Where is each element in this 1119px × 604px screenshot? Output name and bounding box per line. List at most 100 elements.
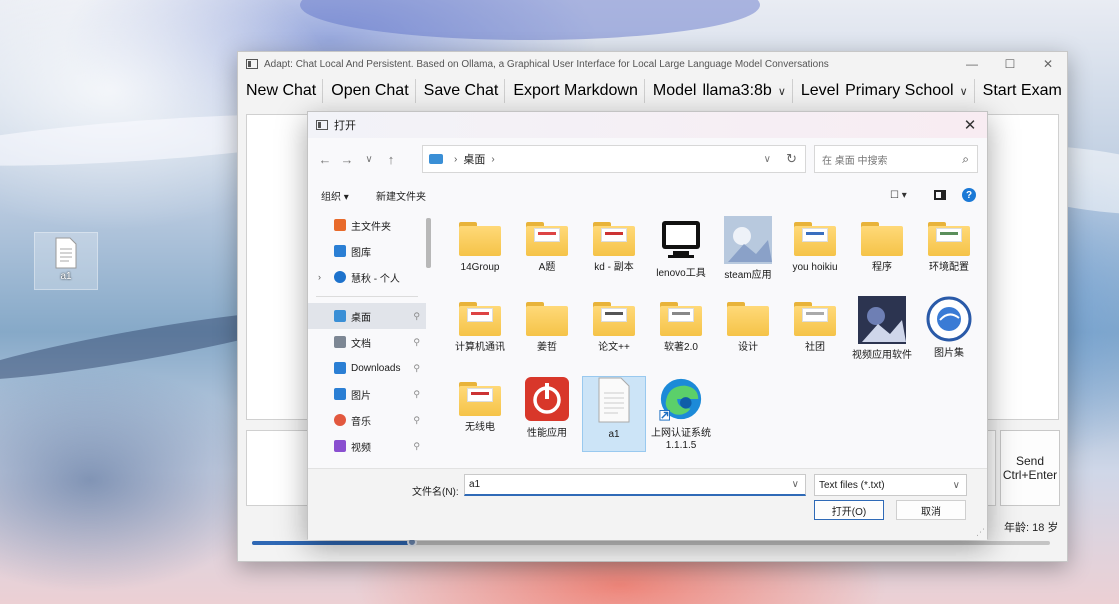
image-thumbnail-icon: [724, 216, 772, 264]
file-item[interactable]: 论文++: [582, 296, 646, 372]
file-item[interactable]: 软著2.0: [649, 296, 713, 372]
navigation-scrollbar[interactable]: [426, 218, 431, 268]
help-icon[interactable]: ?: [962, 188, 976, 202]
nav-item-label: 主文件夹: [351, 221, 391, 233]
file-item[interactable]: A题: [515, 216, 579, 292]
up-arrow-icon[interactable]: ↑: [380, 152, 402, 167]
file-item[interactable]: kd - 副本: [582, 216, 646, 292]
save-chat-button[interactable]: Save Chat: [416, 79, 506, 103]
recent-locations-icon[interactable]: ∨: [358, 154, 380, 165]
age-label: 年龄: 18 岁: [1004, 522, 1059, 534]
file-item[interactable]: 上网认证系统1.1.1.5: [649, 376, 713, 452]
download-icon: [334, 362, 346, 374]
file-name: 计算机通讯: [455, 342, 505, 353]
file-name: 程序: [872, 262, 892, 273]
dialog-title-bar: 打开 ✕: [308, 112, 987, 138]
resize-grip-icon[interactable]: ⋰: [976, 527, 985, 538]
folder-icon: [526, 302, 568, 336]
preview-pane-icon[interactable]: [934, 190, 946, 200]
folder-icon: [861, 222, 903, 256]
organize-menu[interactable]: 组织 ▾: [321, 188, 349, 203]
nav-item[interactable]: 音乐 ⚲: [308, 407, 426, 433]
file-item[interactable]: 14Group: [448, 216, 512, 292]
file-item[interactable]: 环境配置: [917, 216, 976, 292]
breadcrumb-desktop[interactable]: 桌面: [463, 151, 485, 167]
file-name: 图片集: [934, 348, 964, 359]
nav-item[interactable]: 视频 ⚲: [308, 433, 426, 459]
nav-item-label: 视频: [351, 442, 371, 454]
address-bar[interactable]: › 桌面 › ∨ ↻: [422, 145, 806, 173]
forward-arrow-icon[interactable]: →: [336, 152, 358, 167]
file-name: A题: [538, 262, 556, 273]
desktop-file-label: a1: [60, 271, 72, 282]
power-icon: [525, 377, 569, 421]
level-select[interactable]: Primary School ∨: [845, 82, 968, 100]
file-item[interactable]: 视频应用软件: [850, 296, 914, 372]
nav-item[interactable]: 图片 ⚲: [308, 381, 426, 407]
file-item[interactable]: 无线电: [448, 376, 512, 452]
file-item[interactable]: you hoikiu: [783, 216, 847, 292]
filetype-select[interactable]: Text files (*.txt) ∨: [814, 474, 967, 496]
folder-icon: [459, 382, 501, 416]
refresh-icon[interactable]: ↻: [786, 151, 797, 167]
open-chat-button[interactable]: Open Chat: [323, 79, 416, 103]
file-name: 性能应用: [527, 428, 567, 439]
nav-item[interactable]: 图库: [308, 238, 426, 264]
search-input[interactable]: 在 桌面 中搜索 ⌕: [814, 145, 978, 173]
pictures-icon: [334, 388, 346, 400]
file-item[interactable]: 性能应用: [515, 376, 579, 452]
folder-icon: [794, 302, 836, 336]
export-markdown-button[interactable]: Export Markdown: [505, 79, 645, 103]
chevron-down-icon[interactable]: ∨: [792, 479, 799, 490]
minimize-button[interactable]: —: [953, 52, 991, 76]
folder-icon: [593, 302, 635, 336]
nav-item[interactable]: Downloads ⚲: [308, 355, 426, 381]
send-label: Send: [1015, 454, 1045, 468]
view-menu[interactable]: ☐ ▾: [890, 190, 907, 201]
folder-icon: [928, 222, 970, 256]
back-arrow-icon[interactable]: ←: [314, 152, 336, 167]
cancel-button[interactable]: 取消: [896, 500, 966, 520]
file-item[interactable]: 社团: [783, 296, 847, 372]
file-item[interactable]: 姜哲: [515, 296, 579, 372]
level-selector: Level Primary School ∨: [793, 79, 975, 103]
file-item[interactable]: lenovo工具: [649, 216, 713, 292]
pin-icon: ⚲: [413, 440, 420, 451]
nav-item[interactable]: 文档 ⚲: [308, 329, 426, 355]
folder-icon: [593, 222, 635, 256]
dialog-close-button[interactable]: ✕: [953, 112, 987, 138]
file-list: 14Group A题 kd - 副本 lenovo工具 steam应用 you hoiki…: [442, 212, 976, 466]
nav-separator: [316, 296, 418, 297]
new-chat-button[interactable]: New Chat: [238, 79, 324, 103]
new-folder-button[interactable]: 新建文件夹: [376, 188, 426, 203]
file-name: 软著2.0: [664, 342, 698, 353]
close-button[interactable]: ✕: [1029, 52, 1067, 76]
model-select[interactable]: llama3:8b ∨: [702, 82, 785, 100]
file-item[interactable]: 设计: [716, 296, 780, 372]
nav-item[interactable]: › 慧秋 - 个人: [308, 264, 426, 290]
open-button[interactable]: 打开(O): [814, 500, 884, 520]
pin-icon: ⚲: [413, 388, 420, 399]
file-item[interactable]: 图片集: [917, 296, 976, 372]
expand-chevron-icon[interactable]: ›: [318, 272, 321, 282]
file-item[interactable]: steam应用: [716, 216, 780, 292]
file-item[interactable]: 程序: [850, 216, 914, 292]
address-dropdown-icon[interactable]: ∨: [764, 154, 771, 165]
filename-label: 文件名(N):: [412, 487, 459, 498]
pin-icon: ⚲: [413, 414, 420, 425]
desktop-file-icon[interactable]: a1: [34, 232, 98, 290]
file-item[interactable]: 计算机通讯: [448, 296, 512, 372]
home-icon: [334, 219, 346, 231]
age-slider[interactable]: [252, 537, 1050, 547]
file-item[interactable]: a1: [582, 376, 646, 452]
filename-input[interactable]: a1 ∨: [464, 474, 806, 496]
maximize-button[interactable]: ☐: [991, 52, 1029, 76]
text-file-icon: [598, 377, 630, 423]
file-name: 设计: [738, 342, 758, 353]
send-button[interactable]: Send Ctrl+Enter: [1000, 430, 1060, 506]
folder-icon: [459, 222, 501, 256]
cloud-icon: [334, 271, 346, 283]
nav-item[interactable]: 桌面 ⚲: [308, 303, 426, 329]
nav-item[interactable]: 主文件夹: [308, 212, 426, 238]
start-exam-button[interactable]: Start Exam: [975, 79, 1068, 103]
